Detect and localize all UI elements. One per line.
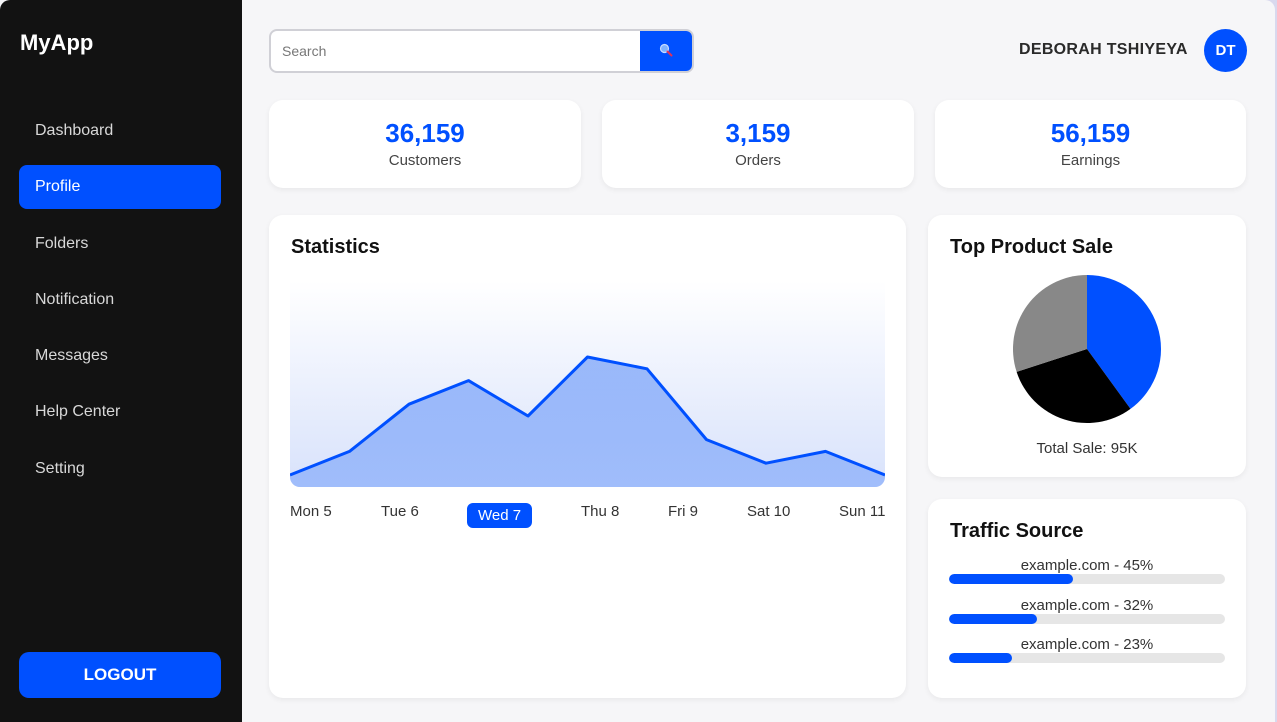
search-icon: [659, 43, 673, 60]
stat-value: 36,159: [385, 118, 465, 148]
statistics-title: Statistics: [291, 236, 380, 258]
traffic-bar: [949, 614, 1225, 624]
traffic-bar-fill: [949, 653, 1013, 663]
x-tick-label[interactable]: Tue 6: [381, 503, 419, 520]
sidebar-item-help-center[interactable]: Help Center: [19, 390, 221, 434]
traffic-bar-fill: [949, 614, 1038, 624]
stat-label: Customers: [388, 152, 462, 169]
search-bar: [269, 29, 694, 73]
traffic-title: Traffic Source: [950, 520, 1084, 542]
top-product-pie: [1012, 275, 1162, 424]
traffic-label: example.com - 45%: [1020, 557, 1154, 574]
traffic-label: example.com - 23%: [1020, 636, 1154, 653]
stat-card-orders: 3,159 Orders: [602, 100, 914, 188]
app-window: MyApp Dashboard Profile Folders Notifica…: [0, 0, 1275, 722]
top-product-card: Top Product Sale Total Sale: 95K: [928, 215, 1246, 477]
sidebar-item-messages[interactable]: Messages: [19, 334, 221, 378]
search-button[interactable]: [640, 31, 692, 71]
statistics-card: Statistics Mon 5 Tue 6 Wed 7 Thu 8 Fri 9 Sat …: [269, 215, 906, 698]
sidebar-item-folders[interactable]: Folders: [19, 222, 221, 266]
user-name: DEBORAH TSHIYEYA: [1019, 41, 1188, 58]
x-tick-label[interactable]: Fri 9: [668, 503, 698, 520]
sidebar-item-setting[interactable]: Setting: [19, 447, 221, 491]
traffic-row: example.com - 32%: [949, 597, 1225, 624]
stat-label: Earnings: [1060, 152, 1121, 169]
search-input[interactable]: [271, 31, 640, 71]
total-sale: Total Sale: 95K: [1036, 440, 1138, 457]
sidebar-nav: Dashboard Profile Folders Notification M…: [19, 109, 221, 503]
traffic-row: example.com - 23%: [949, 636, 1225, 663]
x-tick-label[interactable]: Sat 10: [747, 503, 790, 520]
traffic-label: example.com - 32%: [1020, 597, 1154, 614]
sidebar: MyApp Dashboard Profile Folders Notifica…: [0, 0, 242, 722]
sidebar-item-dashboard[interactable]: Dashboard: [19, 109, 221, 153]
stat-card-customers: 36,159 Customers: [269, 100, 581, 188]
x-tick-label[interactable]: Wed 7: [467, 503, 533, 528]
app-logo: MyApp: [20, 30, 94, 55]
traffic-bar: [949, 653, 1225, 663]
logout-button[interactable]: LOGOUT: [19, 652, 221, 698]
x-tick-label[interactable]: Thu 8: [581, 503, 619, 520]
x-tick-label[interactable]: Mon 5: [290, 503, 332, 520]
traffic-row: example.com - 45%: [949, 557, 1225, 584]
stat-value: 3,159: [725, 118, 791, 148]
stat-label: Orders: [735, 152, 781, 169]
stat-card-earnings: 56,159 Earnings: [935, 100, 1246, 188]
statistics-chart: [290, 281, 885, 487]
top-product-title: Top Product Sale: [950, 236, 1113, 258]
stat-value: 56,159: [1050, 118, 1131, 148]
sidebar-item-profile[interactable]: Profile: [19, 165, 221, 210]
traffic-bar: [949, 574, 1225, 584]
x-tick-label[interactable]: Sun 11: [839, 503, 885, 520]
avatar[interactable]: DT: [1204, 29, 1247, 72]
traffic-card: Traffic Source example.com - 45% example…: [928, 499, 1246, 698]
sidebar-item-notification[interactable]: Notification: [19, 278, 221, 322]
traffic-bar-fill: [949, 574, 1074, 584]
